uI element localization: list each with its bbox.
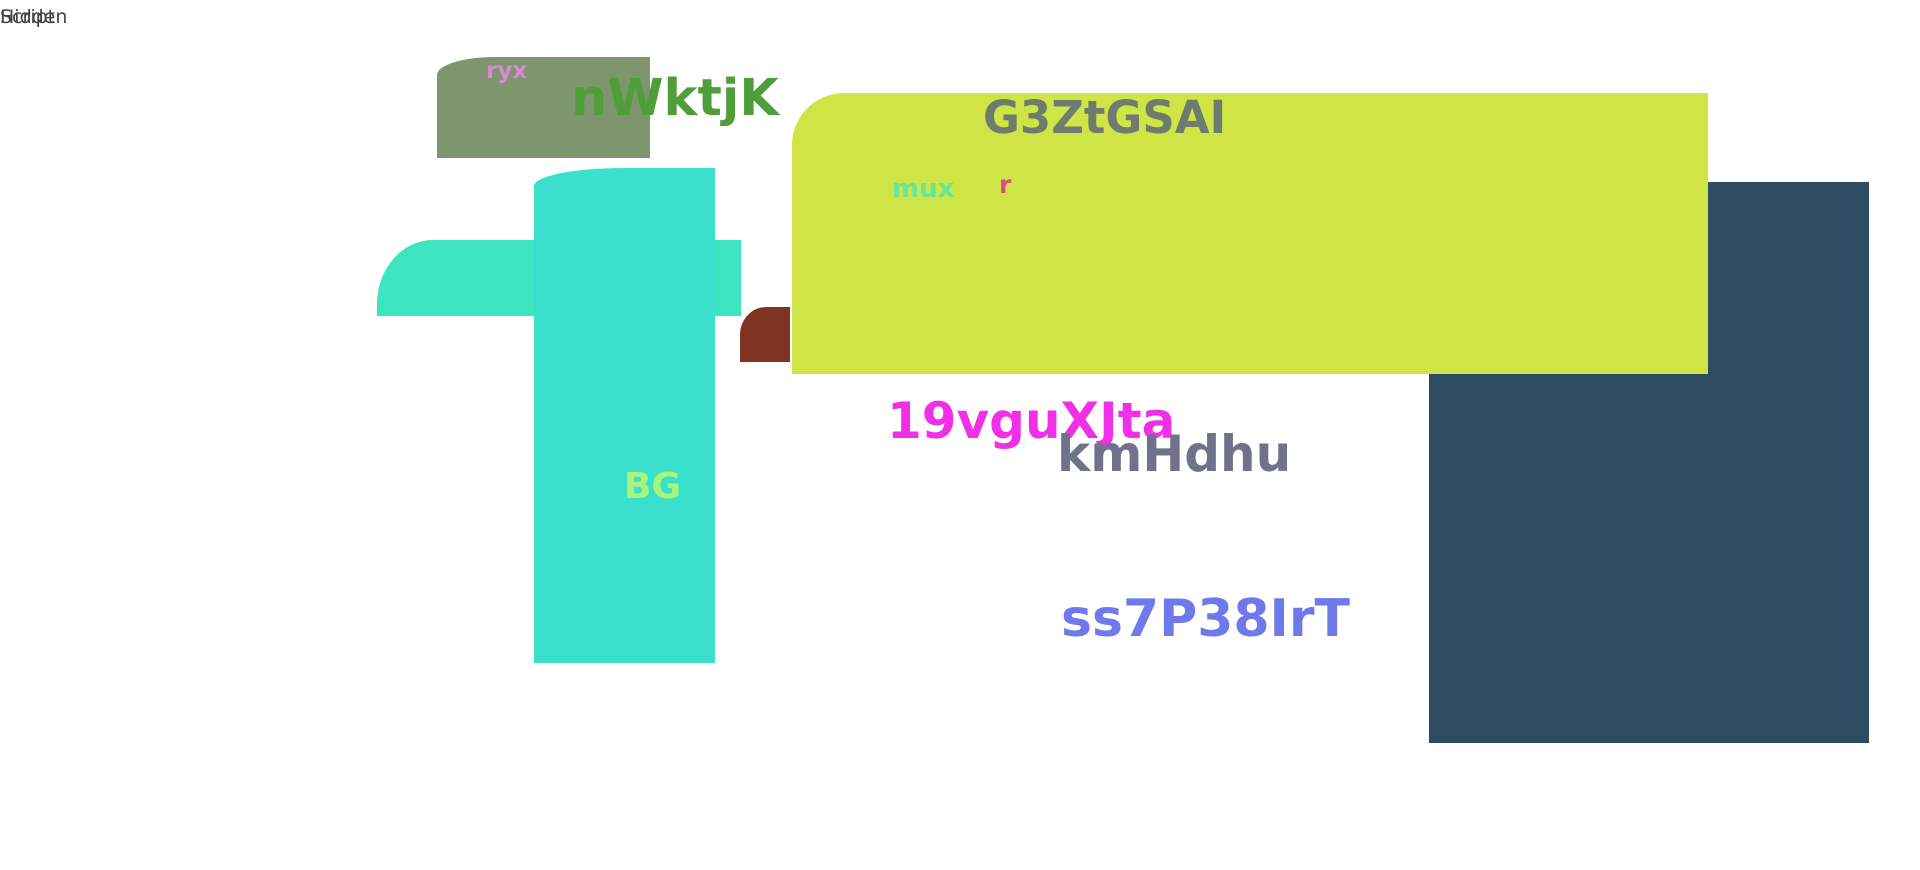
label-kmhdhu: kmHdhu — [1057, 425, 1292, 483]
brown-block — [740, 307, 790, 362]
label-ss7p38irt: ss7P38IrT — [1061, 589, 1351, 649]
label-bg: BG — [624, 466, 681, 507]
corner-label-script: Script — [0, 6, 56, 28]
label-g3ztgsai: G3ZtGSAI — [983, 91, 1227, 144]
label-ryx: ryx — [486, 58, 528, 84]
lime-panel — [792, 93, 1708, 374]
label-nwktjk: nWktjK — [571, 69, 779, 128]
label-r: r — [999, 170, 1012, 199]
canvas: Hidden Script ryx nWktjK G3ZtGSAI mux r … — [0, 0, 1920, 870]
teal-column — [534, 168, 715, 663]
label-mux: mux — [892, 174, 955, 204]
